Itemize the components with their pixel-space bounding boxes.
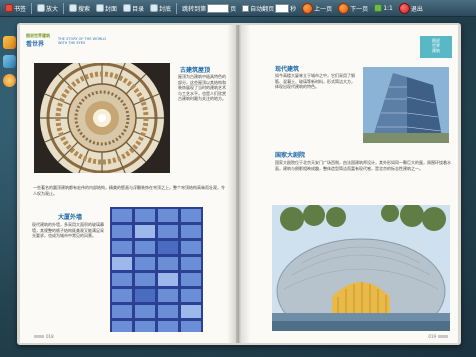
search-label: 搜索 <box>78 5 91 13</box>
actual-size-button[interactable]: 1:1 <box>372 2 395 15</box>
right-page-number: 019 <box>428 334 448 339</box>
next-page-button[interactable]: 下一页 <box>336 2 370 15</box>
next-page-label: 下一页 <box>350 5 369 13</box>
right-page-number-text: 019 <box>428 334 436 339</box>
back-cover-button[interactable]: 封底 <box>148 2 173 15</box>
zoom-in-icon <box>37 4 46 12</box>
section-text-dome: 屋顶为古建筑中极具特色的部分，这些屋顶以其结构和装饰展现了当时的建筑艺术与工艺水… <box>178 74 226 102</box>
glass-facade-photo <box>110 207 203 332</box>
section-text-modern: 如今高楼大厦林立于城市之中，它们采用了钢筋、混凝土、玻璃等新材料，形式简洁大方，… <box>275 73 355 90</box>
auto-flip-checkbox[interactable] <box>242 4 250 12</box>
exit-icon <box>398 2 410 14</box>
exit-button[interactable]: 退出 <box>397 2 425 15</box>
arrow-left-icon <box>302 2 314 14</box>
modern-building-photo <box>363 67 449 143</box>
page-unit-label: 页 <box>230 5 237 13</box>
left-page-number-text: 018 <box>46 334 54 339</box>
section-title-modern: 现代建筑 <box>275 66 300 73</box>
toolbar-divider <box>31 2 33 14</box>
ratio-label: 1:1 <box>383 4 393 12</box>
section-title-facade: 大厦外墙 <box>58 214 83 221</box>
section-title-theater: 国家大剧院 <box>275 152 306 159</box>
page-number-bar <box>438 335 448 338</box>
national-theater-photo <box>272 205 450 331</box>
seconds-unit-label: 秒 <box>290 5 297 13</box>
side-toolbar <box>3 36 17 87</box>
tag-line-3: 建筑 <box>432 48 440 53</box>
prev-page-button[interactable]: 上一页 <box>300 2 334 15</box>
toolbar-divider <box>176 2 178 14</box>
series-logo: 图说世界建筑 看世界 THE STORY OF THE WORLD WITH T… <box>26 33 106 51</box>
actual-size-icon <box>374 4 383 12</box>
cover-icon <box>96 4 105 12</box>
contents-label: 目录 <box>132 5 145 13</box>
bookmark-icon <box>5 4 13 12</box>
series-tag: 图说 世界 建筑 <box>420 36 452 58</box>
section-text-dome-continued: 一些著名的圆顶建筑都有宏伟的内部结构，精美的壁画与浮雕装饰在穹顶之上，整个穹顶结… <box>33 185 225 196</box>
bookmark-button[interactable]: 书签 <box>3 2 28 15</box>
goto-page-group: 跳转到第 页 <box>180 2 238 15</box>
bookmark-label: 书签 <box>14 5 27 13</box>
dome-photo <box>34 63 170 173</box>
info-icon[interactable] <box>3 74 16 87</box>
toolbar-divider <box>63 2 65 14</box>
arrow-right-icon <box>338 2 350 14</box>
right-page[interactable]: 图说 世界 建筑 现代建筑 如今高楼大厦林立于城市之中，它们采用了钢筋、混凝土、… <box>239 25 458 343</box>
flipbook: 图说世界建筑 看世界 THE STORY OF THE WORLD WITH T… <box>17 23 461 345</box>
left-page[interactable]: 图说世界建筑 看世界 THE STORY OF THE WORLD WITH T… <box>20 25 236 343</box>
photo-icon[interactable] <box>3 36 16 49</box>
contents-button[interactable]: 目录 <box>121 2 146 15</box>
back-cover-icon <box>150 4 159 12</box>
logo-line-3: THE STORY OF THE WORLD WITH THE EYES <box>58 37 106 45</box>
book-gutter <box>227 25 251 343</box>
zoom-in-label: 放大 <box>46 5 59 13</box>
zoom-in-button[interactable]: 放大 <box>35 2 60 15</box>
section-text-facade: 现代建筑的外墙，多采用大面积的玻璃幕墙，其规整的格子结构既美观又能满足采光要求，… <box>32 222 104 239</box>
search-button[interactable]: 搜索 <box>67 2 92 15</box>
search-icon <box>69 4 78 12</box>
front-cover-label: 封面 <box>105 5 118 13</box>
gallery-icon[interactable] <box>3 55 16 68</box>
prev-page-label: 上一页 <box>314 5 333 13</box>
front-cover-button[interactable]: 封面 <box>94 2 119 15</box>
back-cover-label: 封底 <box>159 5 172 13</box>
auto-flip-group: 自动翻页 秒 <box>240 2 298 15</box>
section-text-theater: 国家大剧院位于北京天安门广场西侧，由法国建筑师设计，其外形如同一颗巨大的蛋，周围… <box>275 160 451 171</box>
left-page-number: 018 <box>34 334 54 339</box>
page-number-bar <box>34 335 44 338</box>
auto-flip-label: 自动翻页 <box>250 5 275 13</box>
exit-label: 退出 <box>410 5 423 13</box>
goto-label: 跳转到第 <box>182 5 207 13</box>
contents-icon <box>123 4 132 12</box>
section-title-dome: 古建筑屋顶 <box>180 67 211 74</box>
goto-page-input[interactable] <box>207 3 230 13</box>
auto-flip-seconds-input[interactable] <box>275 3 290 13</box>
reader-toolbar: 书签 放大 搜索 封面 目录 封底 跳转到第 页 自动翻页 秒 上一页 下一页 … <box>0 0 476 17</box>
